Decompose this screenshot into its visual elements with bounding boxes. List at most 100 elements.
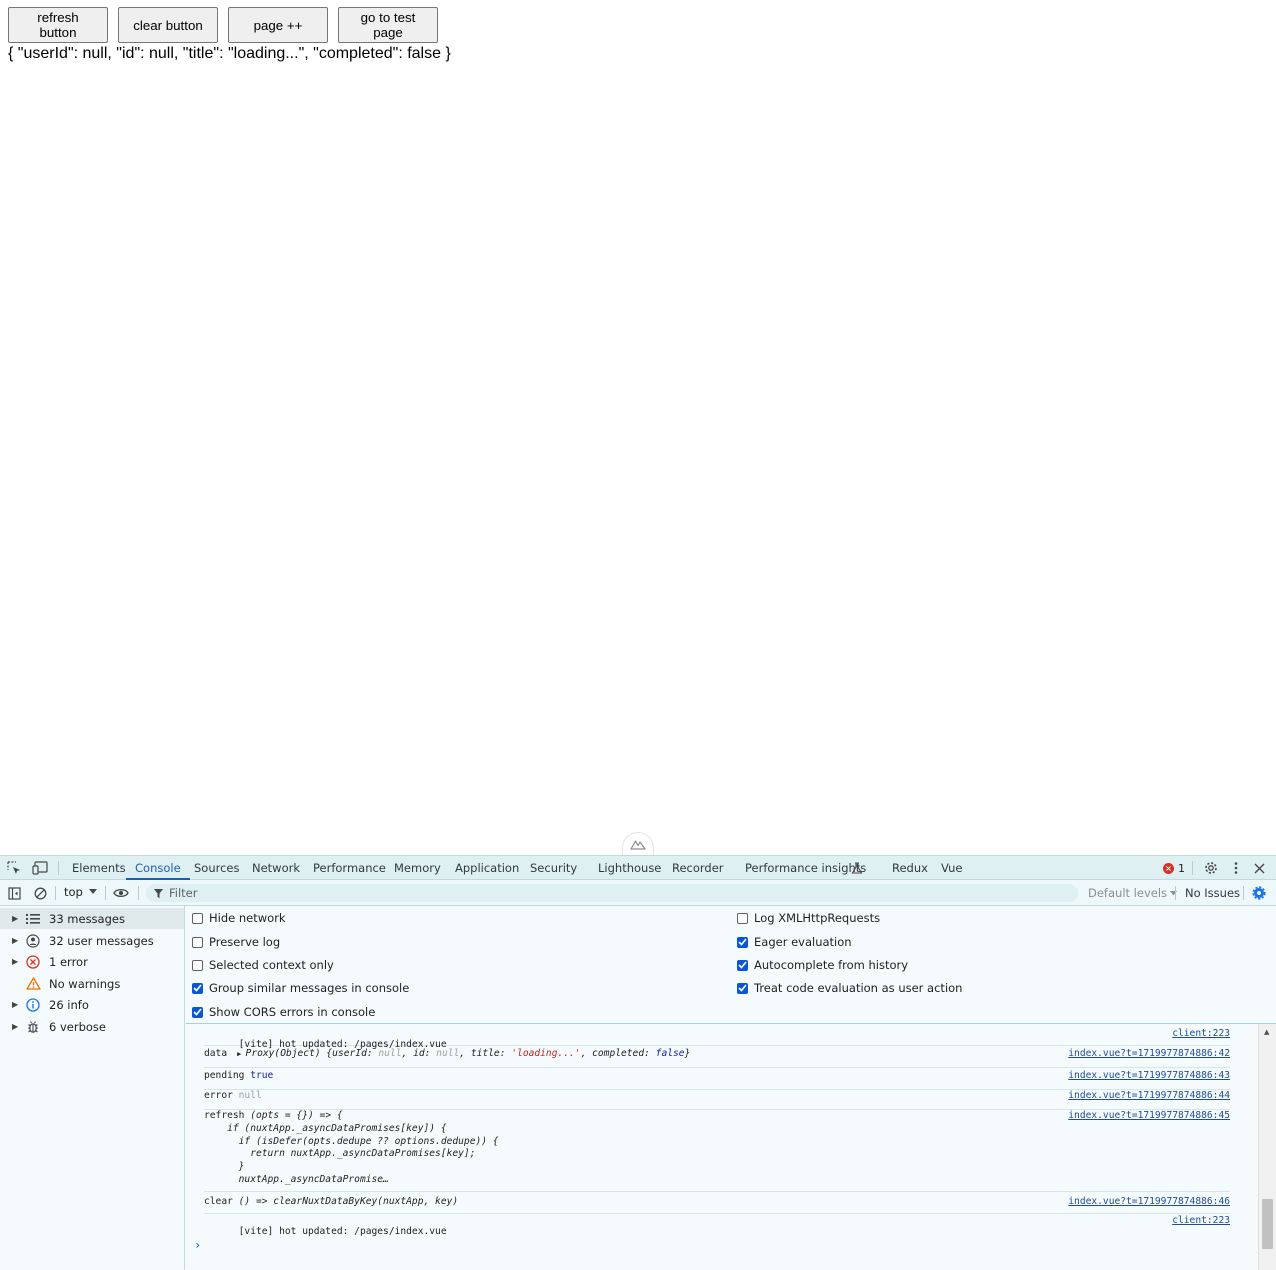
checkbox-checked[interactable]	[737, 982, 748, 994]
setting-preserve-log[interactable]: Preserve log	[192, 935, 280, 949]
setting-hide-network[interactable]: Hide network	[192, 911, 286, 925]
proxy-object-preview[interactable]: Proxy(Object) {userId: null, id: null, t…	[246, 1048, 691, 1059]
console-settings-gear-icon[interactable]	[1251, 885, 1267, 901]
log-levels-dropdown[interactable]: Default levels	[1088, 886, 1178, 900]
message-text: , id:	[401, 1048, 437, 1059]
message-label: refresh	[204, 1110, 251, 1121]
scrollbar-thumb[interactable]	[1262, 1199, 1273, 1249]
expand-arrow-icon[interactable]: ▶	[233, 1050, 246, 1058]
tab-console[interactable]: Console	[126, 856, 190, 880]
sidebar-item-label: 32 user messages	[49, 933, 154, 948]
sidebar-item-verbose[interactable]: ▶ 6 verbose	[0, 1016, 184, 1037]
page-increment-button[interactable]: page ++	[228, 7, 328, 43]
console-sidebar: ▶ 33 messages ▶ 32 user messages ▶ 1 err…	[0, 906, 185, 1270]
close-devtools-icon[interactable]	[1251, 860, 1267, 876]
inspect-element-icon[interactable]	[6, 860, 22, 876]
setting-label: Treat code evaluation as user action	[754, 981, 963, 995]
console-prompt[interactable]: ›	[194, 1238, 201, 1252]
expand-arrow-icon[interactable]: ▶	[12, 914, 22, 923]
checkbox[interactable]	[192, 936, 203, 948]
expand-arrow-icon[interactable]: ▶	[12, 1022, 22, 1031]
tab-memory[interactable]: Memory	[394, 856, 441, 880]
tab-application[interactable]: Application	[455, 856, 519, 880]
setting-selected-context-only[interactable]: Selected context only	[192, 958, 334, 972]
toolbar-divider	[1243, 886, 1244, 900]
bug-icon	[25, 1019, 41, 1035]
setting-show-cors-errors[interactable]: Show CORS errors in console	[192, 1005, 375, 1019]
sidebar-item-messages[interactable]: ▶ 33 messages	[0, 908, 184, 929]
tab-vue[interactable]: Vue	[941, 856, 962, 880]
expand-arrow-icon[interactable]: ▶	[12, 1000, 22, 1009]
filter-input[interactable]: Filter	[146, 884, 1078, 902]
checkbox[interactable]	[192, 959, 203, 971]
console-message: data ▶ Proxy(Object) {userId: null, id: …	[204, 1048, 1230, 1068]
setting-label: Show CORS errors in console	[209, 1005, 376, 1019]
page-viewport: refresh button clear button page ++ go t…	[0, 0, 1276, 856]
console-messages: [vite] hot updated: /pages/index.vue cli…	[186, 1024, 1258, 1270]
console-message: refresh (opts = {}) => { if (nuxtApp._as…	[204, 1110, 1230, 1192]
checkbox[interactable]	[192, 912, 203, 924]
source-link[interactable]: index.vue?t=1719977874886:42	[1068, 1048, 1230, 1059]
tab-security[interactable]: Security	[530, 856, 577, 880]
console-scrollbar[interactable]: ▲	[1258, 1024, 1276, 1270]
clear-button[interactable]: clear button	[118, 7, 218, 43]
message-text: }	[684, 1048, 691, 1059]
tab-lighthouse[interactable]: Lighthouse	[598, 856, 661, 880]
function-preview[interactable]: () => clearNuxtDataByKey(nuxtApp, key)	[239, 1196, 459, 1207]
warning-icon	[25, 976, 41, 992]
context-selector[interactable]: top	[64, 885, 97, 899]
sidebar-item-warnings[interactable]: No warnings	[0, 973, 184, 994]
source-link[interactable]: index.vue?t=1719977874886:44	[1068, 1090, 1230, 1101]
info-icon	[25, 997, 41, 1013]
devtools-tabbar: Elements Console Sources Network Perform…	[0, 856, 1276, 880]
source-link[interactable]: index.vue?t=1719977874886:45	[1068, 1110, 1230, 1123]
scroll-up-arrow-icon[interactable]: ▲	[1264, 1028, 1269, 1036]
checkbox-checked[interactable]	[192, 982, 203, 994]
error-badge-icon: ×	[1163, 862, 1174, 874]
setting-treat-code-eval[interactable]: Treat code evaluation as user action	[737, 981, 962, 995]
sidebar-item-info[interactable]: ▶ 26 info	[0, 994, 184, 1015]
tab-elements[interactable]: Elements	[72, 856, 126, 880]
refresh-button[interactable]: refresh button	[8, 7, 108, 43]
console-message: [vite] hot updated: /pages/index.vue cli…	[204, 1028, 1230, 1050]
sidebar-item-errors[interactable]: ▶ 1 error	[0, 951, 184, 972]
flask-icon	[849, 860, 865, 876]
tab-redux[interactable]: Redux	[892, 856, 928, 880]
dropdown-arrow-icon	[88, 889, 97, 894]
context-label: top	[64, 885, 83, 899]
source-link[interactable]: client:223	[1172, 1215, 1230, 1226]
setting-log-xmlhttprequests[interactable]: Log XMLHttpRequests	[737, 911, 880, 925]
nuxt-devtools-toggle[interactable]	[622, 832, 654, 856]
setting-group-similar[interactable]: Group similar messages in console	[192, 981, 409, 995]
checkbox-checked[interactable]	[737, 936, 748, 948]
checkbox[interactable]	[737, 912, 748, 924]
settings-gear-icon[interactable]	[1203, 860, 1219, 876]
setting-eager-evaluation[interactable]: Eager evaluation	[737, 935, 852, 949]
checkbox-checked[interactable]	[192, 1006, 203, 1018]
more-options-icon[interactable]	[1228, 860, 1244, 876]
sidebar-toggle-icon[interactable]	[6, 885, 22, 901]
tab-recorder[interactable]: Recorder	[672, 856, 724, 880]
sidebar-item-label: No warnings	[49, 976, 121, 991]
function-preview[interactable]: (opts = {}) => { if (nuxtApp._asyncDataP…	[204, 1110, 498, 1185]
string-value: 'loading...'	[511, 1048, 581, 1059]
source-link[interactable]: index.vue?t=1719977874886:43	[1068, 1070, 1230, 1081]
live-expression-eye-icon[interactable]	[113, 885, 129, 901]
issues-counter[interactable]: No Issues	[1185, 886, 1240, 900]
tab-network[interactable]: Network	[252, 856, 300, 880]
expand-arrow-icon[interactable]: ▶	[12, 936, 22, 945]
clear-console-icon[interactable]	[32, 885, 48, 901]
expand-arrow-icon[interactable]: ▶	[12, 957, 22, 966]
error-counter[interactable]: × 1	[1163, 861, 1185, 875]
message-label: clear	[204, 1196, 239, 1207]
device-toolbar-icon[interactable]	[32, 860, 48, 876]
console-settings-panel: Hide network Preserve log Selected conte…	[186, 906, 1276, 1024]
source-link[interactable]: index.vue?t=1719977874886:46	[1068, 1196, 1230, 1207]
tab-performance[interactable]: Performance	[313, 856, 386, 880]
setting-autocomplete-history[interactable]: Autocomplete from history	[737, 958, 908, 972]
go-to-test-page-button[interactable]: go to test page	[338, 7, 438, 43]
sidebar-item-user-messages[interactable]: ▶ 32 user messages	[0, 930, 184, 951]
source-link[interactable]: client:223	[1172, 1028, 1230, 1039]
tab-sources[interactable]: Sources	[194, 856, 240, 880]
checkbox-checked[interactable]	[737, 959, 748, 971]
